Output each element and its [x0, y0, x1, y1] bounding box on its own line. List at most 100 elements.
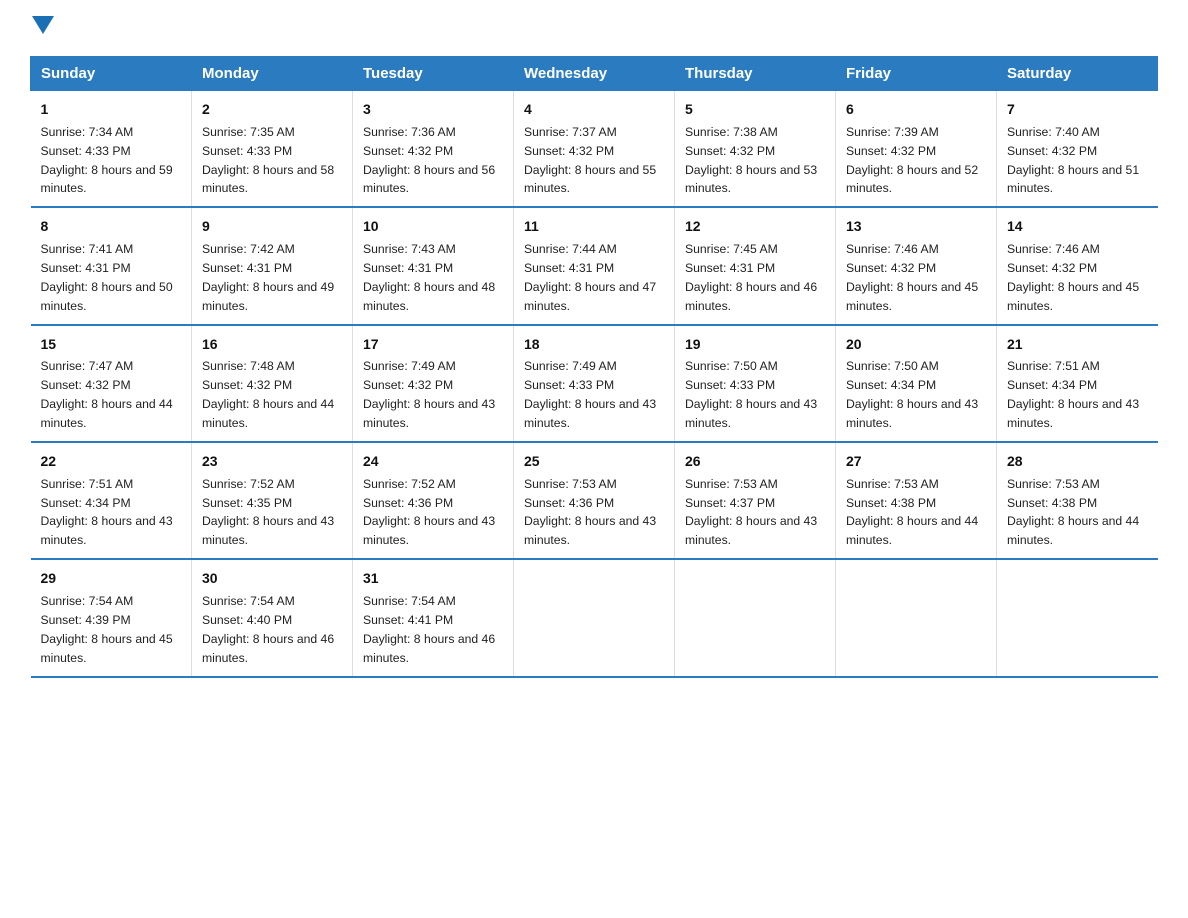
day-info: Sunrise: 7:34 AMSunset: 4:33 PMDaylight:… [41, 123, 182, 199]
day-info: Sunrise: 7:35 AMSunset: 4:33 PMDaylight:… [202, 123, 342, 199]
day-number: 3 [363, 99, 503, 121]
day-info: Sunrise: 7:47 AMSunset: 4:32 PMDaylight:… [41, 357, 182, 433]
calendar-header-row: SundayMondayTuesdayWednesdayThursdayFrid… [31, 57, 1158, 91]
day-info: Sunrise: 7:52 AMSunset: 4:35 PMDaylight:… [202, 475, 342, 551]
day-info: Sunrise: 7:54 AMSunset: 4:41 PMDaylight:… [363, 592, 503, 668]
day-number: 2 [202, 99, 342, 121]
calendar-week-row: 22 Sunrise: 7:51 AMSunset: 4:34 PMDaylig… [31, 442, 1158, 559]
day-number: 26 [685, 451, 825, 473]
calendar-cell: 8 Sunrise: 7:41 AMSunset: 4:31 PMDayligh… [31, 207, 192, 324]
calendar-cell: 2 Sunrise: 7:35 AMSunset: 4:33 PMDayligh… [192, 91, 353, 208]
header-sunday: Sunday [31, 57, 192, 91]
day-number: 22 [41, 451, 182, 473]
day-info: Sunrise: 7:52 AMSunset: 4:36 PMDaylight:… [363, 475, 503, 551]
calendar-cell: 21 Sunrise: 7:51 AMSunset: 4:34 PMDaylig… [997, 325, 1158, 442]
day-info: Sunrise: 7:54 AMSunset: 4:40 PMDaylight:… [202, 592, 342, 668]
day-info: Sunrise: 7:37 AMSunset: 4:32 PMDaylight:… [524, 123, 664, 199]
calendar-week-row: 15 Sunrise: 7:47 AMSunset: 4:32 PMDaylig… [31, 325, 1158, 442]
day-info: Sunrise: 7:38 AMSunset: 4:32 PMDaylight:… [685, 123, 825, 199]
logo-triangle-icon [32, 16, 54, 38]
day-number: 16 [202, 334, 342, 356]
calendar-cell: 19 Sunrise: 7:50 AMSunset: 4:33 PMDaylig… [675, 325, 836, 442]
calendar-cell [675, 559, 836, 676]
day-number: 14 [1007, 216, 1148, 238]
page-header [30, 20, 1158, 38]
calendar-cell: 23 Sunrise: 7:52 AMSunset: 4:35 PMDaylig… [192, 442, 353, 559]
calendar-cell: 1 Sunrise: 7:34 AMSunset: 4:33 PMDayligh… [31, 91, 192, 208]
calendar-cell: 17 Sunrise: 7:49 AMSunset: 4:32 PMDaylig… [353, 325, 514, 442]
day-number: 8 [41, 216, 182, 238]
day-number: 19 [685, 334, 825, 356]
header-saturday: Saturday [997, 57, 1158, 91]
header-thursday: Thursday [675, 57, 836, 91]
calendar-cell: 14 Sunrise: 7:46 AMSunset: 4:32 PMDaylig… [997, 207, 1158, 324]
day-info: Sunrise: 7:51 AMSunset: 4:34 PMDaylight:… [1007, 357, 1148, 433]
day-info: Sunrise: 7:40 AMSunset: 4:32 PMDaylight:… [1007, 123, 1148, 199]
day-number: 9 [202, 216, 342, 238]
calendar-cell: 29 Sunrise: 7:54 AMSunset: 4:39 PMDaylig… [31, 559, 192, 676]
calendar-cell [997, 559, 1158, 676]
calendar-cell: 15 Sunrise: 7:47 AMSunset: 4:32 PMDaylig… [31, 325, 192, 442]
day-number: 31 [363, 568, 503, 590]
logo [30, 20, 54, 38]
calendar-cell: 13 Sunrise: 7:46 AMSunset: 4:32 PMDaylig… [836, 207, 997, 324]
day-number: 1 [41, 99, 182, 121]
calendar-cell: 18 Sunrise: 7:49 AMSunset: 4:33 PMDaylig… [514, 325, 675, 442]
day-number: 17 [363, 334, 503, 356]
day-info: Sunrise: 7:53 AMSunset: 4:38 PMDaylight:… [1007, 475, 1148, 551]
day-number: 21 [1007, 334, 1148, 356]
header-monday: Monday [192, 57, 353, 91]
day-number: 29 [41, 568, 182, 590]
day-info: Sunrise: 7:43 AMSunset: 4:31 PMDaylight:… [363, 240, 503, 316]
calendar-cell: 16 Sunrise: 7:48 AMSunset: 4:32 PMDaylig… [192, 325, 353, 442]
calendar-cell: 4 Sunrise: 7:37 AMSunset: 4:32 PMDayligh… [514, 91, 675, 208]
calendar-cell: 3 Sunrise: 7:36 AMSunset: 4:32 PMDayligh… [353, 91, 514, 208]
calendar-cell: 27 Sunrise: 7:53 AMSunset: 4:38 PMDaylig… [836, 442, 997, 559]
calendar-cell: 7 Sunrise: 7:40 AMSunset: 4:32 PMDayligh… [997, 91, 1158, 208]
calendar-table: SundayMondayTuesdayWednesdayThursdayFrid… [30, 56, 1158, 678]
calendar-cell: 20 Sunrise: 7:50 AMSunset: 4:34 PMDaylig… [836, 325, 997, 442]
day-info: Sunrise: 7:53 AMSunset: 4:37 PMDaylight:… [685, 475, 825, 551]
day-number: 7 [1007, 99, 1148, 121]
day-info: Sunrise: 7:50 AMSunset: 4:34 PMDaylight:… [846, 357, 986, 433]
calendar-cell: 22 Sunrise: 7:51 AMSunset: 4:34 PMDaylig… [31, 442, 192, 559]
day-number: 24 [363, 451, 503, 473]
day-number: 25 [524, 451, 664, 473]
calendar-cell: 28 Sunrise: 7:53 AMSunset: 4:38 PMDaylig… [997, 442, 1158, 559]
calendar-week-row: 8 Sunrise: 7:41 AMSunset: 4:31 PMDayligh… [31, 207, 1158, 324]
day-number: 30 [202, 568, 342, 590]
calendar-cell: 24 Sunrise: 7:52 AMSunset: 4:36 PMDaylig… [353, 442, 514, 559]
calendar-cell: 12 Sunrise: 7:45 AMSunset: 4:31 PMDaylig… [675, 207, 836, 324]
day-number: 4 [524, 99, 664, 121]
calendar-cell [836, 559, 997, 676]
calendar-week-row: 29 Sunrise: 7:54 AMSunset: 4:39 PMDaylig… [31, 559, 1158, 676]
calendar-cell: 31 Sunrise: 7:54 AMSunset: 4:41 PMDaylig… [353, 559, 514, 676]
day-number: 28 [1007, 451, 1148, 473]
day-info: Sunrise: 7:46 AMSunset: 4:32 PMDaylight:… [1007, 240, 1148, 316]
day-number: 13 [846, 216, 986, 238]
calendar-cell: 10 Sunrise: 7:43 AMSunset: 4:31 PMDaylig… [353, 207, 514, 324]
day-info: Sunrise: 7:51 AMSunset: 4:34 PMDaylight:… [41, 475, 182, 551]
calendar-cell: 9 Sunrise: 7:42 AMSunset: 4:31 PMDayligh… [192, 207, 353, 324]
day-info: Sunrise: 7:45 AMSunset: 4:31 PMDaylight:… [685, 240, 825, 316]
day-number: 6 [846, 99, 986, 121]
calendar-cell: 5 Sunrise: 7:38 AMSunset: 4:32 PMDayligh… [675, 91, 836, 208]
day-info: Sunrise: 7:39 AMSunset: 4:32 PMDaylight:… [846, 123, 986, 199]
day-info: Sunrise: 7:49 AMSunset: 4:33 PMDaylight:… [524, 357, 664, 433]
day-number: 18 [524, 334, 664, 356]
calendar-cell: 6 Sunrise: 7:39 AMSunset: 4:32 PMDayligh… [836, 91, 997, 208]
day-info: Sunrise: 7:41 AMSunset: 4:31 PMDaylight:… [41, 240, 182, 316]
calendar-cell: 26 Sunrise: 7:53 AMSunset: 4:37 PMDaylig… [675, 442, 836, 559]
calendar-week-row: 1 Sunrise: 7:34 AMSunset: 4:33 PMDayligh… [31, 91, 1158, 208]
day-info: Sunrise: 7:42 AMSunset: 4:31 PMDaylight:… [202, 240, 342, 316]
day-number: 12 [685, 216, 825, 238]
day-info: Sunrise: 7:53 AMSunset: 4:38 PMDaylight:… [846, 475, 986, 551]
calendar-cell [514, 559, 675, 676]
day-number: 10 [363, 216, 503, 238]
day-info: Sunrise: 7:49 AMSunset: 4:32 PMDaylight:… [363, 357, 503, 433]
day-info: Sunrise: 7:46 AMSunset: 4:32 PMDaylight:… [846, 240, 986, 316]
day-info: Sunrise: 7:44 AMSunset: 4:31 PMDaylight:… [524, 240, 664, 316]
header-friday: Friday [836, 57, 997, 91]
day-info: Sunrise: 7:50 AMSunset: 4:33 PMDaylight:… [685, 357, 825, 433]
calendar-cell: 11 Sunrise: 7:44 AMSunset: 4:31 PMDaylig… [514, 207, 675, 324]
